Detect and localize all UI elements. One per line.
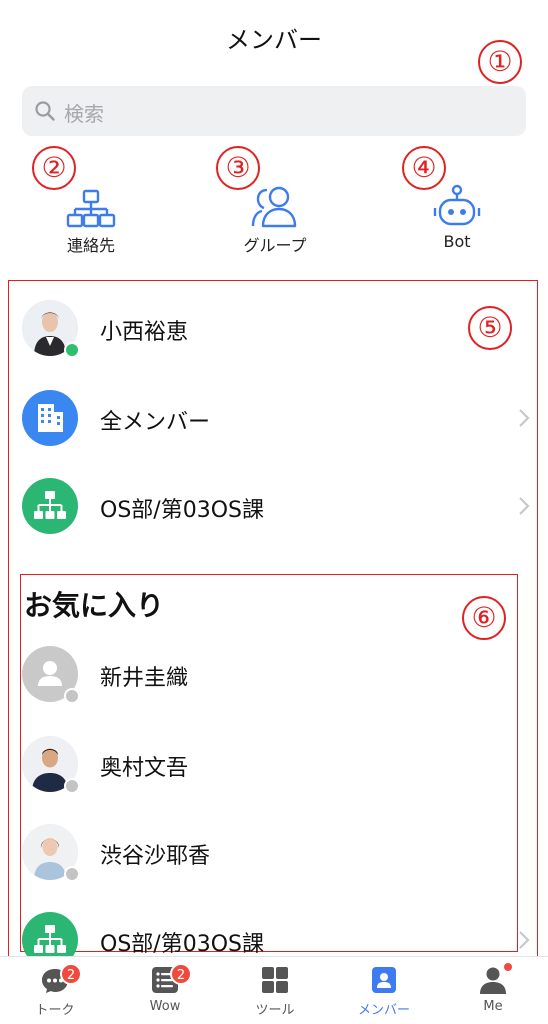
page-title: メンバー xyxy=(226,26,322,54)
group-icon xyxy=(251,186,297,228)
group-shortcut[interactable]: グループ xyxy=(200,178,350,256)
list-item[interactable]: 新井圭織 xyxy=(22,646,532,710)
org-chart-icon xyxy=(22,478,78,534)
notification-dot xyxy=(502,961,514,973)
tab-members[interactable]: メンバー xyxy=(329,957,439,1024)
chevron-right-icon xyxy=(519,931,530,949)
search-placeholder: 検索 xyxy=(64,102,104,126)
building-icon xyxy=(22,390,78,446)
list-item-all-members[interactable]: 全メンバー xyxy=(22,390,532,454)
chevron-right-icon xyxy=(519,409,530,427)
tab-talk[interactable]: 2 トーク xyxy=(0,957,110,1024)
tab-label: トーク xyxy=(35,1003,75,1018)
tab-label: Wow xyxy=(149,999,181,1014)
member-name: 渋谷沙耶香 xyxy=(100,844,211,869)
list-item-department[interactable]: OS部/第03OS課 xyxy=(22,478,532,542)
contacts-label: 連絡先 xyxy=(66,236,115,255)
search-bar[interactable]: 検索 xyxy=(22,86,526,136)
contacts-shortcut[interactable]: 連絡先 xyxy=(16,178,166,256)
member-name: 新井圭織 xyxy=(100,666,189,691)
tab-label: メンバー xyxy=(357,1003,410,1018)
search-icon xyxy=(35,101,55,121)
unread-badge: 2 xyxy=(170,963,192,985)
list-item[interactable]: 小西裕恵 xyxy=(22,300,532,364)
list-item[interactable]: 渋谷沙耶香 xyxy=(22,824,532,888)
tab-label: ツール xyxy=(255,1003,295,1018)
callout-1: ① xyxy=(478,40,522,84)
favorites-title: お気に入り xyxy=(24,589,165,622)
bot-icon xyxy=(433,184,481,226)
offline-status-dot xyxy=(64,866,80,882)
tab-wow[interactable]: 2 Wow xyxy=(110,957,220,1024)
tab-me[interactable]: Me xyxy=(438,957,548,1024)
department-label: OS部/第03OS課 xyxy=(100,932,264,957)
tab-bar: 2 トーク 2 Wow ツール メンバー Me xyxy=(0,956,548,1024)
all-members-label: 全メンバー xyxy=(100,410,211,435)
tab-tools[interactable]: ツール xyxy=(220,957,330,1024)
member-name: 小西裕恵 xyxy=(100,320,189,345)
offline-status-dot xyxy=(64,688,80,704)
bot-shortcut[interactable]: Bot xyxy=(382,178,532,251)
chevron-right-icon xyxy=(519,497,530,515)
contacts-icon xyxy=(372,967,396,993)
tab-label: Me xyxy=(483,999,503,1014)
org-chart-icon xyxy=(66,189,116,228)
member-name: 奥村文吾 xyxy=(100,756,189,781)
group-label: グループ xyxy=(243,236,307,255)
list-item[interactable]: 奥村文吾 xyxy=(22,736,532,800)
bot-label: Bot xyxy=(443,232,471,251)
grid-icon xyxy=(262,967,288,993)
department-label: OS部/第03OS課 xyxy=(100,498,264,523)
unread-badge: 2 xyxy=(60,963,82,985)
offline-status-dot xyxy=(64,778,80,794)
online-status-dot xyxy=(64,342,80,358)
